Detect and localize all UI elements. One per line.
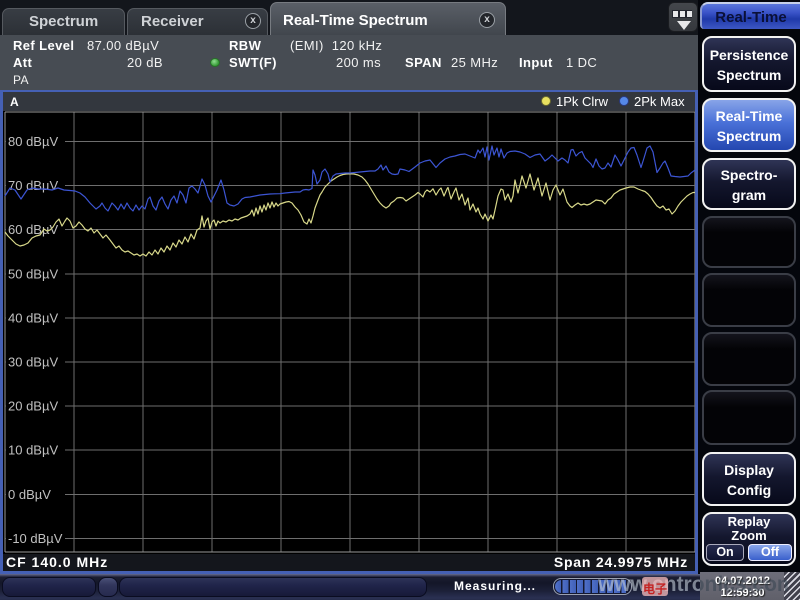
svg-text:-10 dBµV: -10 dBµV xyxy=(8,531,63,546)
svg-text:0 dBµV: 0 dBµV xyxy=(8,487,51,502)
svg-text:80 dBµV: 80 dBµV xyxy=(8,134,58,149)
svg-text:40 dBµV: 40 dBµV xyxy=(8,310,58,325)
svg-text:30 dBµV: 30 dBµV xyxy=(8,355,58,370)
svg-text:20 dBµV: 20 dBµV xyxy=(8,399,58,414)
svg-text:10 dBµV: 10 dBµV xyxy=(8,443,58,458)
svg-text:50 dBµV: 50 dBµV xyxy=(8,266,58,281)
